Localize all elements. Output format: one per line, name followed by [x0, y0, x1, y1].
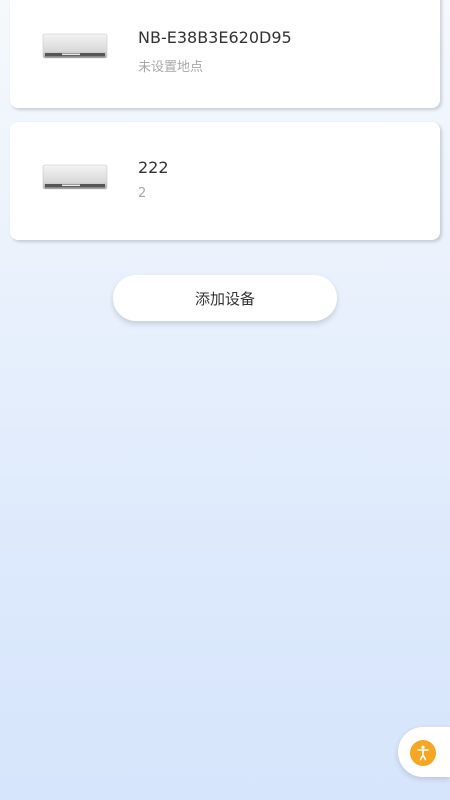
device-location: 未设置地点 [138, 60, 204, 75]
device-card[interactable]: 222 2 [10, 122, 440, 240]
device-name: 222 [138, 158, 169, 177]
accessibility-fab[interactable] [398, 727, 450, 777]
device-location: 2 [138, 186, 147, 201]
accessibility-icon [409, 739, 437, 767]
air-conditioner-icon [42, 33, 108, 59]
device-name: NB-E38B3E620D95 [138, 28, 292, 47]
air-conditioner-icon [42, 164, 108, 190]
device-card[interactable]: NB-E38B3E620D95 未设置地点 [10, 0, 440, 108]
add-device-button[interactable]: 添加设备 [113, 275, 337, 321]
